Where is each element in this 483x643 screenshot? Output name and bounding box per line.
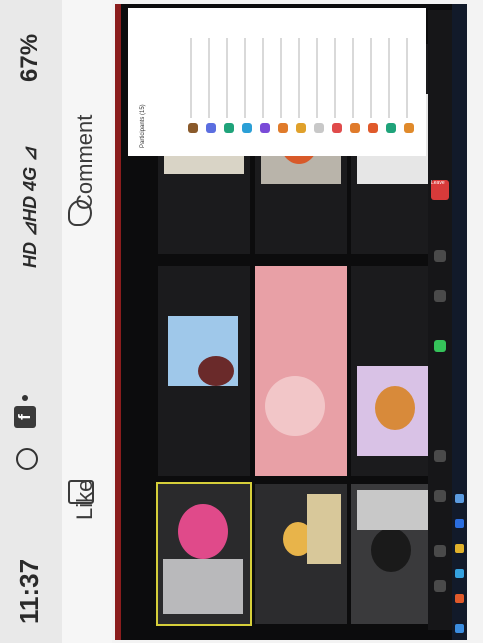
participant-name-line [316, 38, 318, 118]
video-button[interactable] [434, 545, 446, 557]
post-actions-bar [62, 0, 112, 643]
participant-avatar [278, 123, 288, 133]
participants-panel: Participants (15) [128, 8, 426, 156]
mute-button[interactable] [434, 580, 446, 592]
participant-avatar [260, 123, 270, 133]
video-tile[interactable] [158, 266, 250, 476]
participant-name-line [244, 38, 246, 118]
notification-dot-icon [22, 395, 28, 401]
leave-button[interactable]: Leave [431, 180, 449, 200]
participant-avatar [224, 123, 234, 133]
phone-status-bar [0, 0, 62, 643]
participant-name-line [352, 38, 354, 118]
windows-taskbar [452, 4, 467, 640]
browser-icon[interactable] [455, 569, 464, 578]
app-icon[interactable] [455, 519, 464, 528]
participant-name-line [406, 38, 408, 118]
share-screen-button[interactable] [434, 340, 446, 352]
participant-name-line [298, 38, 300, 118]
participant-avatar [314, 123, 324, 133]
participant-video [265, 376, 325, 436]
like-button[interactable]: Like [72, 480, 98, 520]
participant-name-line [334, 38, 336, 118]
start-icon[interactable] [455, 624, 464, 633]
app-icon[interactable] [455, 544, 464, 553]
participant-video [371, 528, 411, 572]
video-tile[interactable] [156, 482, 252, 626]
participant-avatar [350, 123, 360, 133]
video-background [357, 490, 437, 530]
app-icon[interactable] [455, 494, 464, 503]
participant-avatar [386, 123, 396, 133]
facebook-icon: f [14, 406, 36, 428]
participant-name-line [370, 38, 372, 118]
panel-title: Participants (15) [140, 104, 146, 148]
video-tile[interactable] [255, 484, 347, 624]
participant-video [375, 386, 415, 430]
participants-button[interactable] [434, 490, 446, 502]
video-background [307, 494, 341, 564]
participant-avatar [242, 123, 252, 133]
participant-name-line [280, 38, 282, 118]
window-border [115, 4, 121, 640]
participant-avatar [188, 123, 198, 133]
participant-name-line [262, 38, 264, 118]
battery-level: 67% [16, 33, 43, 82]
participant-name-line [226, 38, 228, 118]
reactions-button[interactable] [434, 250, 446, 262]
browser-icon[interactable] [455, 594, 464, 603]
participant-avatar [404, 123, 414, 133]
participant-name-line [190, 38, 192, 118]
participant-avatar [206, 123, 216, 133]
video-background [163, 559, 243, 614]
clock: 11:37 [14, 558, 44, 624]
participant-avatar [332, 123, 342, 133]
comment-button[interactable]: Comment [72, 115, 98, 210]
whatsapp-icon [16, 448, 38, 470]
phone-screenshot: 11:37 f HD ⊿HD 4G ⊿ 67% Like Comment Lea… [0, 0, 483, 643]
participant-name-line [388, 38, 390, 118]
network-indicator: HD ⊿HD 4G ⊿ [20, 146, 40, 268]
participant-name-line [208, 38, 210, 118]
participant-video [178, 504, 228, 559]
meeting-controls: Leave [428, 10, 452, 630]
chat-button[interactable] [434, 450, 446, 462]
participant-avatar [296, 123, 306, 133]
participant-avatar [368, 123, 378, 133]
video-tile[interactable] [255, 266, 347, 476]
participant-video [198, 356, 234, 386]
record-button[interactable] [434, 290, 446, 302]
